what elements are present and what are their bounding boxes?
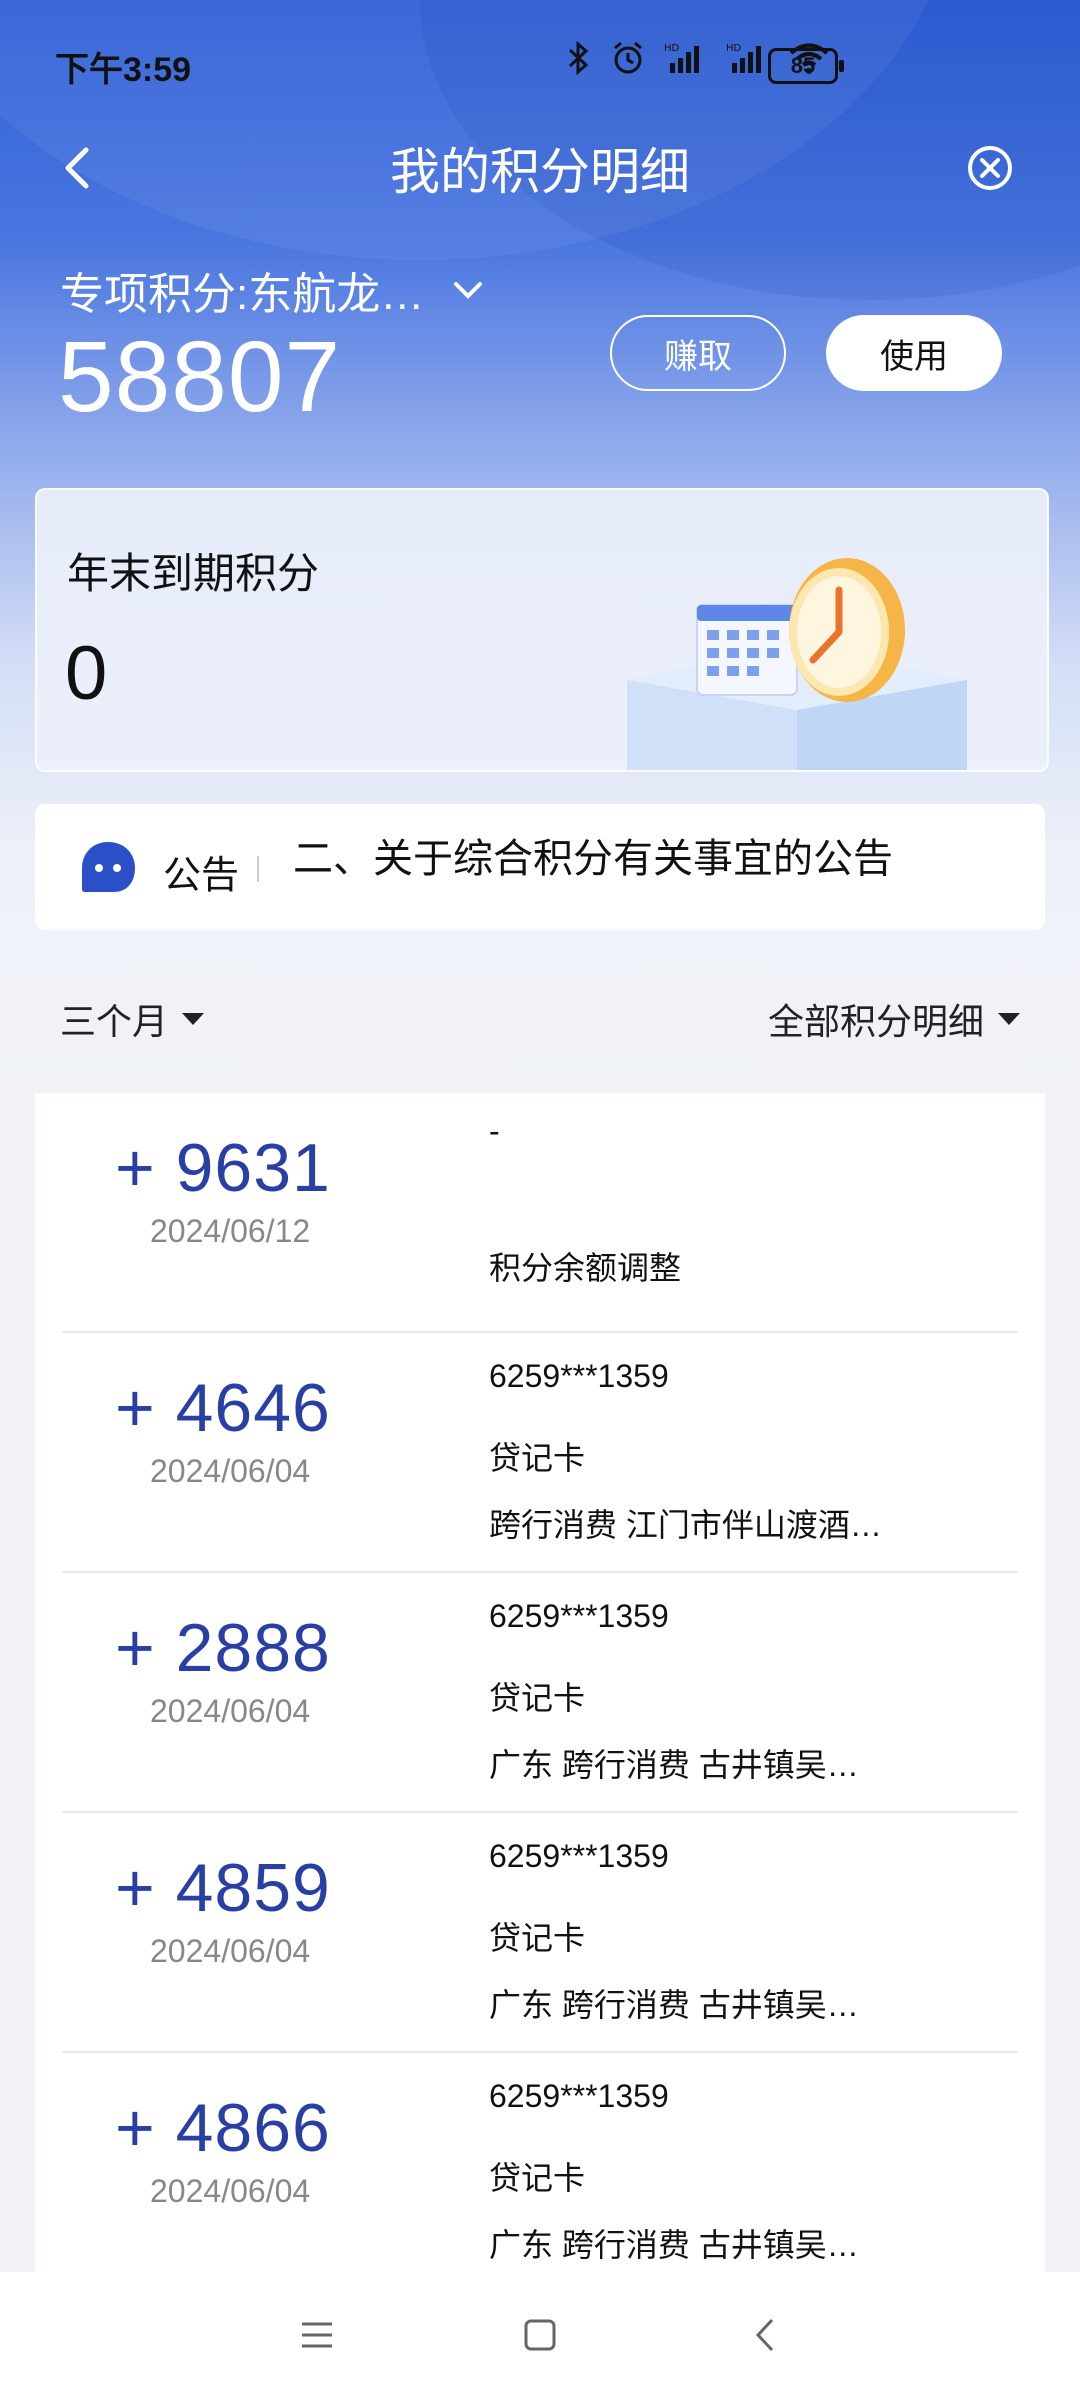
- menu-icon: [302, 2322, 332, 2348]
- period-filter-label: 三个月: [60, 1001, 169, 1042]
- record-amount: + 4866: [115, 2090, 331, 2166]
- bluetooth-icon: [564, 40, 592, 83]
- record-date: 2024/06/04: [150, 1453, 311, 1489]
- battery-indicator: 85: [768, 48, 844, 84]
- caret-down-icon: [998, 1013, 1020, 1025]
- record-description: 积分余额调整: [489, 1250, 682, 1286]
- signal-icon-2: HD: [726, 41, 770, 83]
- close-circle-icon: [968, 146, 1012, 190]
- type-filter[interactable]: 全部积分明细: [768, 993, 1020, 1045]
- record-date: 2024/06/12: [150, 1213, 311, 1249]
- record-date: 2024/06/04: [150, 1693, 311, 1729]
- svg-text:HD: HD: [664, 43, 680, 54]
- alarm-icon: [610, 40, 646, 84]
- close-button[interactable]: [960, 138, 1020, 198]
- expiring-points-card: 年末到期积分 0: [35, 488, 1049, 772]
- record-card-type: 贷记卡: [489, 2160, 586, 2196]
- record-card: 6259***1359: [489, 1598, 669, 1634]
- earn-button[interactable]: 赚取: [610, 315, 786, 391]
- expiring-points-value: 0: [65, 631, 108, 716]
- points-records-list: + 9631 2024/06/12 - 积分余额调整 + 4646 2024/0…: [35, 1093, 1045, 2273]
- record-card: 6259***1359: [489, 1358, 669, 1394]
- record-card: 6259***1359: [489, 1838, 669, 1874]
- filter-bar: 三个月 全部积分明细: [0, 985, 1080, 1045]
- home-icon: [524, 2319, 556, 2351]
- list-item[interactable]: + 9631 2024/06/12 - 积分余额调整: [62, 1093, 1018, 1333]
- notice-text[interactable]: 二、关于综合积分有关事宜的公告: [293, 826, 893, 884]
- record-amount: + 9631: [115, 1130, 331, 1206]
- record-description: 广东 跨行消费 古井镇吴…: [489, 2227, 859, 2263]
- expiring-points-label: 年末到期积分: [67, 550, 320, 597]
- record-description: 广东 跨行消费 古井镇吴…: [489, 1987, 859, 2023]
- system-nav-bar: [0, 2272, 1080, 2400]
- record-amount: + 4646: [115, 1370, 331, 1446]
- list-item[interactable]: + 2888 2024/06/04 6259***1359 贷记卡 广东 跨行消…: [62, 1573, 1018, 1813]
- account-name: 专项积分:东航龙…: [60, 270, 425, 319]
- list-item[interactable]: + 4646 2024/06/04 6259***1359 贷记卡 跨行消费 江…: [62, 1333, 1018, 1573]
- record-amount: + 2888: [115, 1610, 331, 1686]
- type-filter-label: 全部积分明细: [767, 1001, 984, 1042]
- account-selector[interactable]: 专项积分:东航龙…: [60, 258, 486, 322]
- system-back-button[interactable]: [742, 2310, 792, 2360]
- use-button[interactable]: 使用: [826, 315, 1002, 391]
- record-card-type: 贷记卡: [489, 1680, 586, 1716]
- record-date: 2024/06/04: [150, 2173, 311, 2209]
- calendar-clock-illustration: [627, 558, 967, 770]
- nav-back-icon: [755, 2318, 774, 2352]
- record-card-type: 贷记卡: [489, 1440, 586, 1476]
- signal-icon: HD: [664, 41, 708, 83]
- list-item[interactable]: + 4866 2024/06/04 6259***1359 贷记卡 广东 跨行消…: [62, 2053, 1018, 2273]
- record-amount: + 4859: [115, 1850, 331, 1926]
- svg-text:HD: HD: [726, 43, 742, 54]
- notice-tag: 公告: [163, 855, 240, 897]
- nav-bar: 我的积分明细: [0, 120, 1080, 220]
- status-bar: 下午3:59 HD HD 85: [0, 0, 1080, 120]
- period-filter[interactable]: 三个月: [60, 993, 205, 1045]
- record-card: -: [489, 1113, 500, 1149]
- points-balance: 58807: [58, 321, 342, 433]
- notice-bot-icon: [82, 842, 135, 892]
- record-card: 6259***1359: [489, 2078, 669, 2114]
- record-card-type: 贷记卡: [489, 1920, 586, 1956]
- caret-down-icon: [182, 1013, 205, 1025]
- status-time: 下午3:59: [55, 51, 192, 89]
- list-item[interactable]: + 4859 2024/06/04 6259***1359 贷记卡 广东 跨行消…: [62, 1813, 1018, 2053]
- chevron-down-icon: [454, 282, 483, 299]
- notice-divider: [257, 856, 259, 882]
- record-date: 2024/06/04: [150, 1933, 311, 1969]
- menu-button[interactable]: [292, 2310, 342, 2360]
- page-title: 我的积分明细: [390, 144, 690, 200]
- home-button[interactable]: [515, 2310, 565, 2360]
- record-description: 广东 跨行消费 古井镇吴…: [489, 1747, 859, 1783]
- record-description: 跨行消费 江门市伴山渡酒…: [489, 1507, 882, 1543]
- notice-bar[interactable]: 公告 二、关于综合积分有关事宜的公告: [35, 804, 1045, 930]
